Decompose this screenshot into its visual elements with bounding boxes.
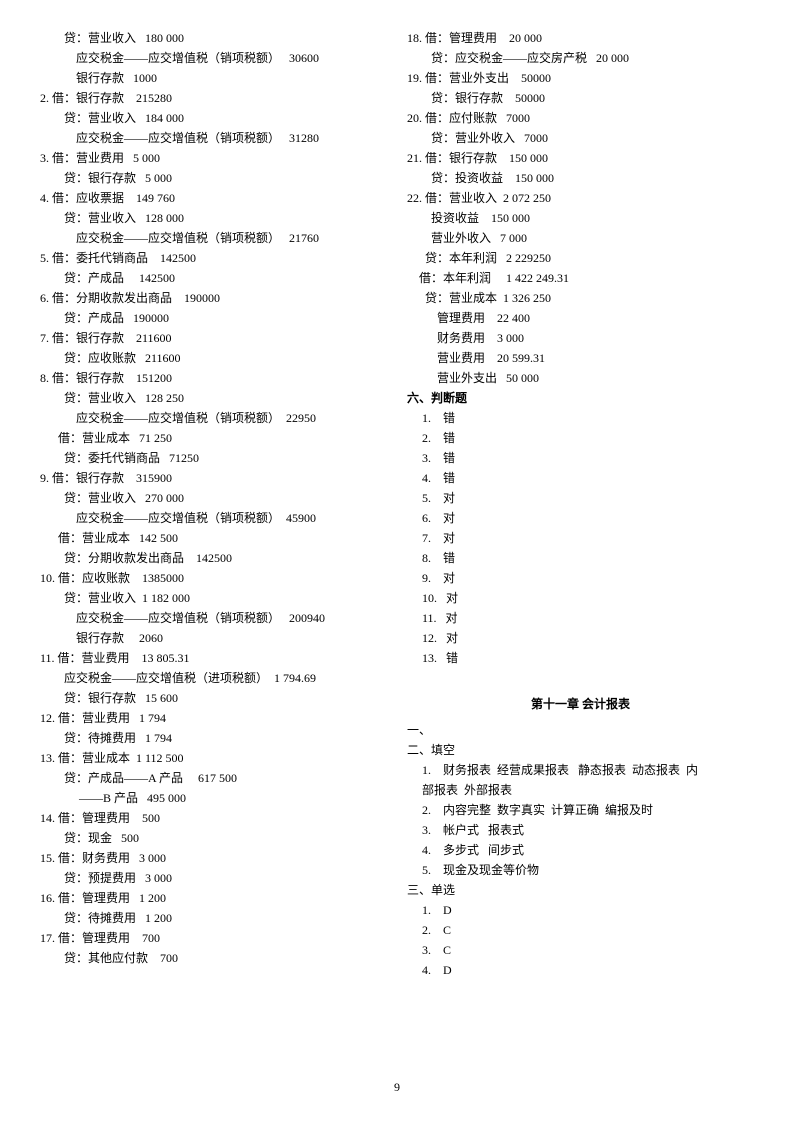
left-line: 贷：产成品 142500 (40, 268, 387, 288)
left-line: 借：营业成本 71 250 (40, 428, 387, 448)
left-line: 16. 借：管理费用 1 200 (40, 888, 387, 908)
judge-item: 2. 错 (407, 428, 754, 448)
rightTop-line: 借：本年利润 1 422 249.31 (407, 268, 754, 288)
left-line: 贷：产成品 190000 (40, 308, 387, 328)
single-item: 3. C (407, 940, 754, 960)
section-three: 三、单选 (407, 880, 754, 900)
judge-item: 1. 错 (407, 408, 754, 428)
left-line: 应交税金——应交增值税（销项税额） 200940 (40, 608, 387, 628)
left-line: 应交税金——应交增值税（销项税额） 22950 (40, 408, 387, 428)
left-line: 贷：预提费用 3 000 (40, 868, 387, 888)
rightTop-line: 20. 借：应付账款 7000 (407, 108, 754, 128)
judge-item: 7. 对 (407, 528, 754, 548)
page-number: 9 (0, 1080, 794, 1095)
page-content: 贷：营业收入 180 000 应交税金——应交增值税（销项税额） 30600 银… (0, 0, 794, 980)
left-line: 贷：营业收入 1 182 000 (40, 588, 387, 608)
left-line: 14. 借：管理费用 500 (40, 808, 387, 828)
rightTop-line: 18. 借：管理费用 20 000 (407, 28, 754, 48)
left-line: 贷：营业收入 270 000 (40, 488, 387, 508)
rightTop-line: 营业外支出 50 000 (407, 368, 754, 388)
fill-item: 3. 帐户式 报表式 (407, 820, 754, 840)
left-line: 应交税金——应交增值税（销项税额） 21760 (40, 228, 387, 248)
rightTop-line: 贷：本年利润 2 229250 (407, 248, 754, 268)
left-line: 贷：产成品——A 产品 617 500 (40, 768, 387, 788)
rightTop-line: 营业费用 20 599.31 (407, 348, 754, 368)
rightTop-line: 贷：营业成本 1 326 250 (407, 288, 754, 308)
judge-item: 5. 对 (407, 488, 754, 508)
left-line: 12. 借：营业费用 1 794 (40, 708, 387, 728)
left-line: 10. 借：应收账款 1385000 (40, 568, 387, 588)
fill-item: 1. 财务报表 经营成果报表 静态报表 动态报表 内 (407, 760, 754, 780)
left-line: 应交税金——应交增值税（销项税额） 45900 (40, 508, 387, 528)
left-line: 贷：营业收入 128 000 (40, 208, 387, 228)
rightTop-line: 贷：投资收益 150 000 (407, 168, 754, 188)
judge-item: 9. 对 (407, 568, 754, 588)
left-line: 贷：应收账款 211600 (40, 348, 387, 368)
judge-item: 4. 错 (407, 468, 754, 488)
judge-item: 10. 对 (407, 588, 754, 608)
left-line: 贷：分期收款发出商品 142500 (40, 548, 387, 568)
left-line: 7. 借：银行存款 211600 (40, 328, 387, 348)
left-line: 3. 借：营业费用 5 000 (40, 148, 387, 168)
judge-item: 8. 错 (407, 548, 754, 568)
single-item: 4. D (407, 960, 754, 980)
judge-item: 6. 对 (407, 508, 754, 528)
left-line: 11. 借：营业费用 13 805.31 (40, 648, 387, 668)
judge-item: 13. 错 (407, 648, 754, 668)
rightTop-line: 投资收益 150 000 (407, 208, 754, 228)
fill-item: 5. 现金及现金等价物 (407, 860, 754, 880)
fill-item: 2. 内容完整 数字真实 计算正确 编报及时 (407, 800, 754, 820)
left-line: 5. 借：委托代销商品 142500 (40, 248, 387, 268)
chapter-title: 第十一章 会计报表 (407, 694, 754, 714)
single-item: 1. D (407, 900, 754, 920)
fill-item: 4. 多步式 间步式 (407, 840, 754, 860)
left-line: 8. 借：银行存款 151200 (40, 368, 387, 388)
rightTop-line: 财务费用 3 000 (407, 328, 754, 348)
left-line: 9. 借：银行存款 315900 (40, 468, 387, 488)
left-line: 贷：营业收入 128 250 (40, 388, 387, 408)
left-column: 贷：营业收入 180 000 应交税金——应交增值税（销项税额） 30600 银… (40, 28, 397, 980)
left-line: 6. 借：分期收款发出商品 190000 (40, 288, 387, 308)
rightTop-line: 贷：银行存款 50000 (407, 88, 754, 108)
left-line: ——B 产品 495 000 (40, 788, 387, 808)
left-line: 应交税金——应交增值税（销项税额） 31280 (40, 128, 387, 148)
judge-item: 3. 错 (407, 448, 754, 468)
left-line: 贷：营业收入 184 000 (40, 108, 387, 128)
rightTop-line: 19. 借：营业外支出 50000 (407, 68, 754, 88)
single-item: 2. C (407, 920, 754, 940)
left-line: 13. 借：营业成本 1 112 500 (40, 748, 387, 768)
right-column: 18. 借：管理费用 20 000 贷：应交税金——应交房产税 20 00019… (397, 28, 754, 980)
left-line: 银行存款 2060 (40, 628, 387, 648)
fill-item: 部报表 外部报表 (407, 780, 754, 800)
section-two: 二、填空 (407, 740, 754, 760)
left-line: 银行存款 1000 (40, 68, 387, 88)
rightTop-line: 21. 借：银行存款 150 000 (407, 148, 754, 168)
left-line: 贷：待摊费用 1 794 (40, 728, 387, 748)
left-line: 贷：营业收入 180 000 (40, 28, 387, 48)
left-line: 应交税金——应交增值税（销项税额） 30600 (40, 48, 387, 68)
judge-item: 11. 对 (407, 608, 754, 628)
left-line: 4. 借：应收票据 149 760 (40, 188, 387, 208)
left-line: 2. 借：银行存款 215280 (40, 88, 387, 108)
left-line: 贷：银行存款 15 600 (40, 688, 387, 708)
section-one: 一、 (407, 720, 754, 740)
left-line: 应交税金——应交增值税（进项税额） 1 794.69 (40, 668, 387, 688)
left-line: 15. 借：财务费用 3 000 (40, 848, 387, 868)
left-line: 贷：委托代销商品 71250 (40, 448, 387, 468)
rightTop-line: 贷：应交税金——应交房产税 20 000 (407, 48, 754, 68)
left-line: 借：营业成本 142 500 (40, 528, 387, 548)
left-line: 贷：银行存款 5 000 (40, 168, 387, 188)
rightTop-line: 营业外收入 7 000 (407, 228, 754, 248)
left-line: 贷：其他应付款 700 (40, 948, 387, 968)
left-line: 17. 借：管理费用 700 (40, 928, 387, 948)
left-line: 贷：待摊费用 1 200 (40, 908, 387, 928)
rightTop-line: 贷：营业外收入 7000 (407, 128, 754, 148)
rightTop-line: 管理费用 22 400 (407, 308, 754, 328)
left-line: 贷：现金 500 (40, 828, 387, 848)
judge-item: 12. 对 (407, 628, 754, 648)
rightTop-line: 22. 借：营业收入 2 072 250 (407, 188, 754, 208)
judge-title: 六、判断题 (407, 388, 754, 408)
